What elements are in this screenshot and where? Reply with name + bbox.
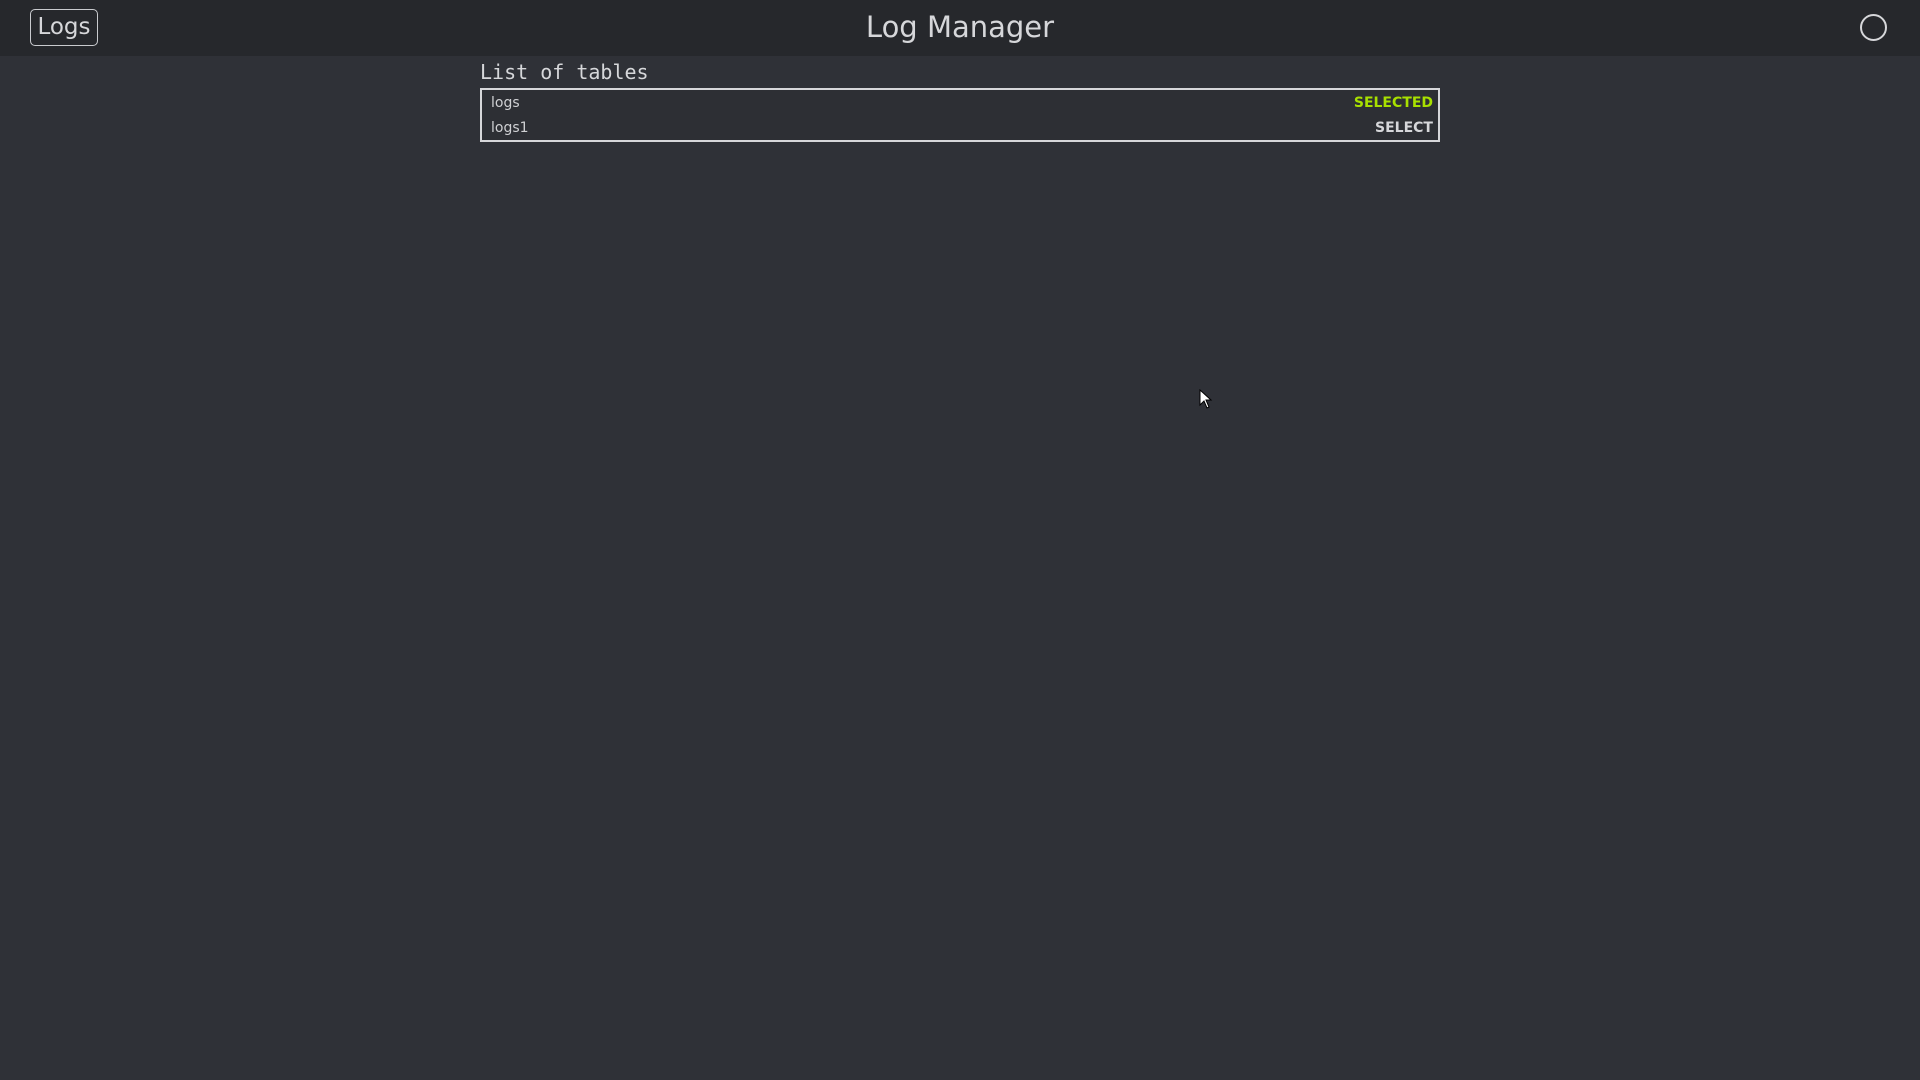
table-name: logs1 (491, 120, 529, 136)
table-name: logs (491, 95, 520, 111)
table-row: logs SELECTED (482, 90, 1438, 115)
selected-badge[interactable]: SELECTED (1354, 93, 1433, 113)
tables-section-title: List of tables (480, 60, 649, 84)
mouse-cursor-icon (1199, 389, 1213, 409)
page-title: Log Manager (865, 10, 1055, 44)
app-header: Logs Log Manager (0, 0, 1920, 56)
table-list: logs SELECTED logs1 SELECT (480, 88, 1440, 142)
table-row: logs1 SELECT (482, 115, 1438, 140)
select-button[interactable]: SELECT (1375, 118, 1433, 138)
circle-icon[interactable] (1860, 14, 1887, 41)
